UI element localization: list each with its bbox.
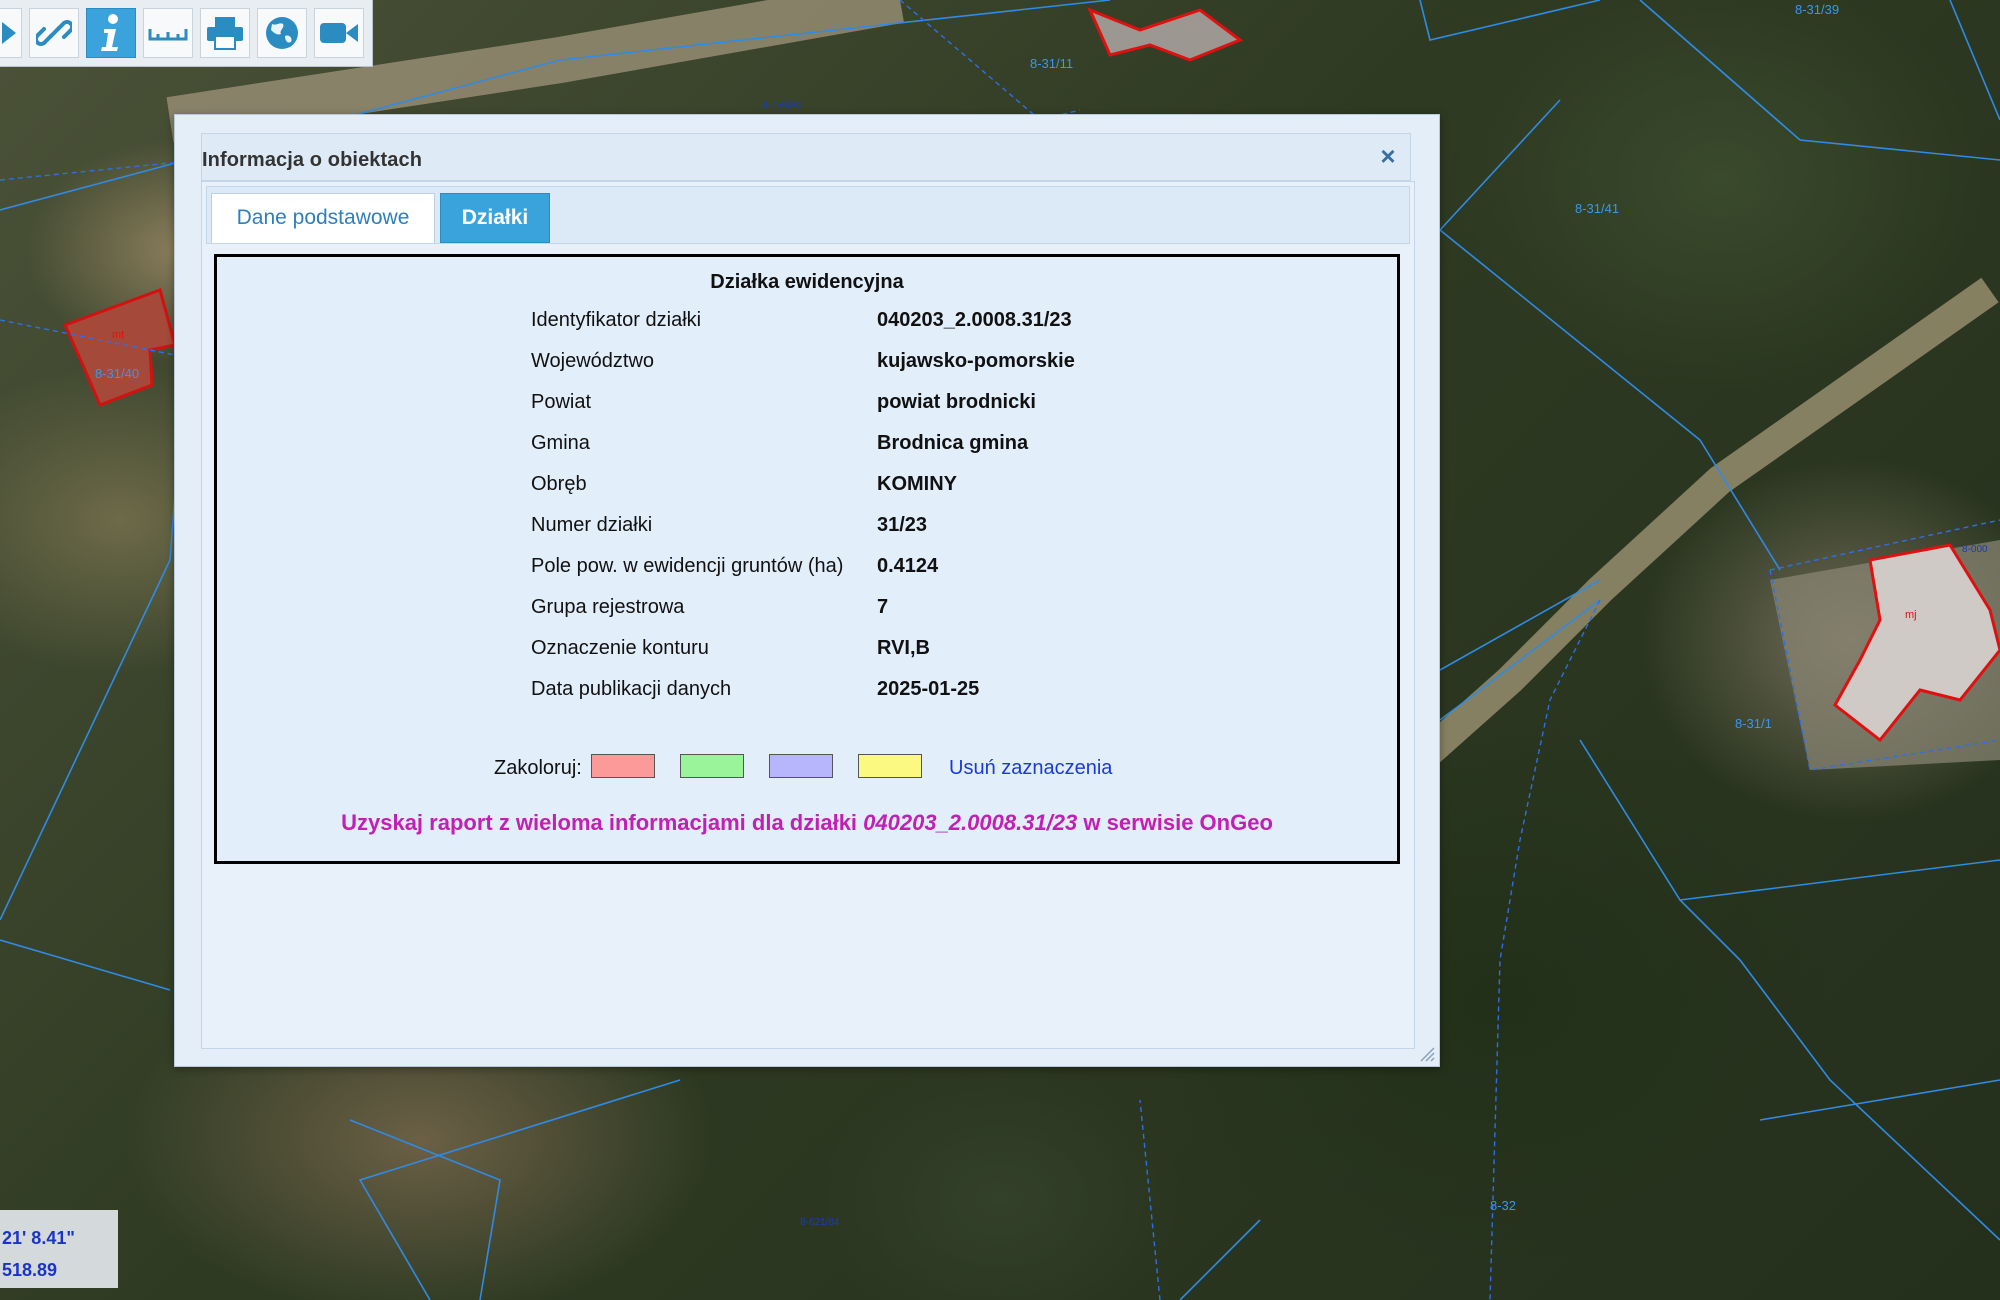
row-value: 2025-01-25 xyxy=(877,678,980,700)
video-camera-icon xyxy=(320,23,358,43)
row-value: kujawsko-pomorskie xyxy=(877,350,1075,372)
color-swatch-green[interactable] xyxy=(680,754,744,778)
resize-grip-icon[interactable] xyxy=(1417,1044,1435,1062)
row-label: Numer działki xyxy=(531,514,653,536)
building-label: mt xyxy=(112,329,124,341)
row-label: Gmina xyxy=(531,432,590,454)
play-button[interactable] xyxy=(0,8,22,58)
dialog-title: Informacja o obiektach xyxy=(202,149,423,171)
report-prefix: Uzyskaj raport z wieloma informacjami dl… xyxy=(341,810,864,835)
parcel-info-panel: Działka ewidencyjna Identyfikator działk… xyxy=(214,254,1400,864)
parcel-label: 8-31/1 xyxy=(1735,716,1772,731)
map-toolbar xyxy=(0,0,373,67)
parcel-label: 8-31/40 xyxy=(95,366,139,381)
parcel-label: 8-31/11 xyxy=(1030,56,1073,71)
info-button[interactable] xyxy=(86,8,136,58)
color-swatch-blue[interactable] xyxy=(769,754,833,778)
tab-basic-data[interactable]: Dane podstawowe xyxy=(211,193,435,243)
row-label: Województwo xyxy=(531,350,655,372)
parcel-label: 8-621/84 xyxy=(800,1217,840,1228)
parcel-label: 8-31/39 xyxy=(1795,2,1839,17)
object-info-dialog[interactable]: Informacja o obiektach × Dane podstawowe… xyxy=(174,114,1440,1067)
row-label: Identyfikator działki xyxy=(531,309,702,331)
measure-button[interactable] xyxy=(143,8,193,58)
row-label: Powiat xyxy=(531,391,592,413)
play-icon xyxy=(1,22,16,44)
coordinate-lat: 21' 8.41" xyxy=(2,1228,75,1248)
video-button[interactable] xyxy=(314,8,364,58)
row-label: Oznaczenie konturu xyxy=(531,637,709,659)
colorize-label: Zakoloruj: xyxy=(494,757,582,779)
row-value: powiat brodnicki xyxy=(877,391,1036,413)
dialog-content: Dane podstawowe Działki Działka ewidency… xyxy=(201,181,1415,1049)
report-parcel-id: 040203_2.0008.31/23 xyxy=(863,810,1078,835)
print-icon xyxy=(207,17,243,50)
parcel-label: 8-31/41 xyxy=(1575,201,1619,216)
coordinates-readout: 21' 8.41" 518.89 xyxy=(0,1210,118,1288)
panel-heading: Działka ewidencyjna xyxy=(710,271,904,293)
row-label: Data publikacji danych xyxy=(531,678,732,700)
row-value: Brodnica gmina xyxy=(877,432,1029,454)
parcel-label: 8-750/84 xyxy=(762,100,802,111)
tab-bar: Dane podstawowe Działki xyxy=(206,186,1410,244)
ruler-icon xyxy=(148,29,188,41)
color-swatch-red[interactable] xyxy=(591,754,655,778)
row-label: Pole pow. w ewidencji gruntów (ha) xyxy=(531,555,844,577)
row-label: Grupa rejestrowa xyxy=(531,596,685,618)
tab-parcels[interactable]: Działki xyxy=(440,193,550,243)
row-value: 7 xyxy=(877,596,889,618)
row-value: 040203_2.0008.31/23 xyxy=(877,309,1072,331)
globe-button[interactable] xyxy=(257,8,307,58)
dialog-titlebar[interactable]: Informacja o obiektach × xyxy=(201,133,1411,181)
row-value: KOMINY xyxy=(877,473,957,495)
info-icon xyxy=(101,14,118,51)
report-suffix: w serwisie OnGeo xyxy=(1077,810,1273,835)
parcel-label: 8-000 xyxy=(1962,544,1988,555)
report-link[interactable]: Uzyskaj raport z wieloma informacjami dl… xyxy=(217,810,1397,836)
remove-highlights-link[interactable]: Usuń zaznaczenia xyxy=(949,757,1112,780)
link-icon xyxy=(36,20,72,46)
coordinate-height: 518.89 xyxy=(2,1260,58,1280)
globe-icon xyxy=(266,17,298,49)
row-value: RVI,B xyxy=(877,637,930,659)
row-value: 0.4124 xyxy=(877,555,939,577)
link-button[interactable] xyxy=(29,8,79,58)
row-value: 31/23 xyxy=(877,514,928,536)
print-button[interactable] xyxy=(200,8,250,58)
building-label: mj xyxy=(1905,609,1917,621)
color-swatch-yellow[interactable] xyxy=(858,754,922,778)
parcel-label: 8-32 xyxy=(1490,1198,1516,1213)
close-icon[interactable]: × xyxy=(1376,143,1400,169)
row-label: Obręb xyxy=(531,473,587,495)
